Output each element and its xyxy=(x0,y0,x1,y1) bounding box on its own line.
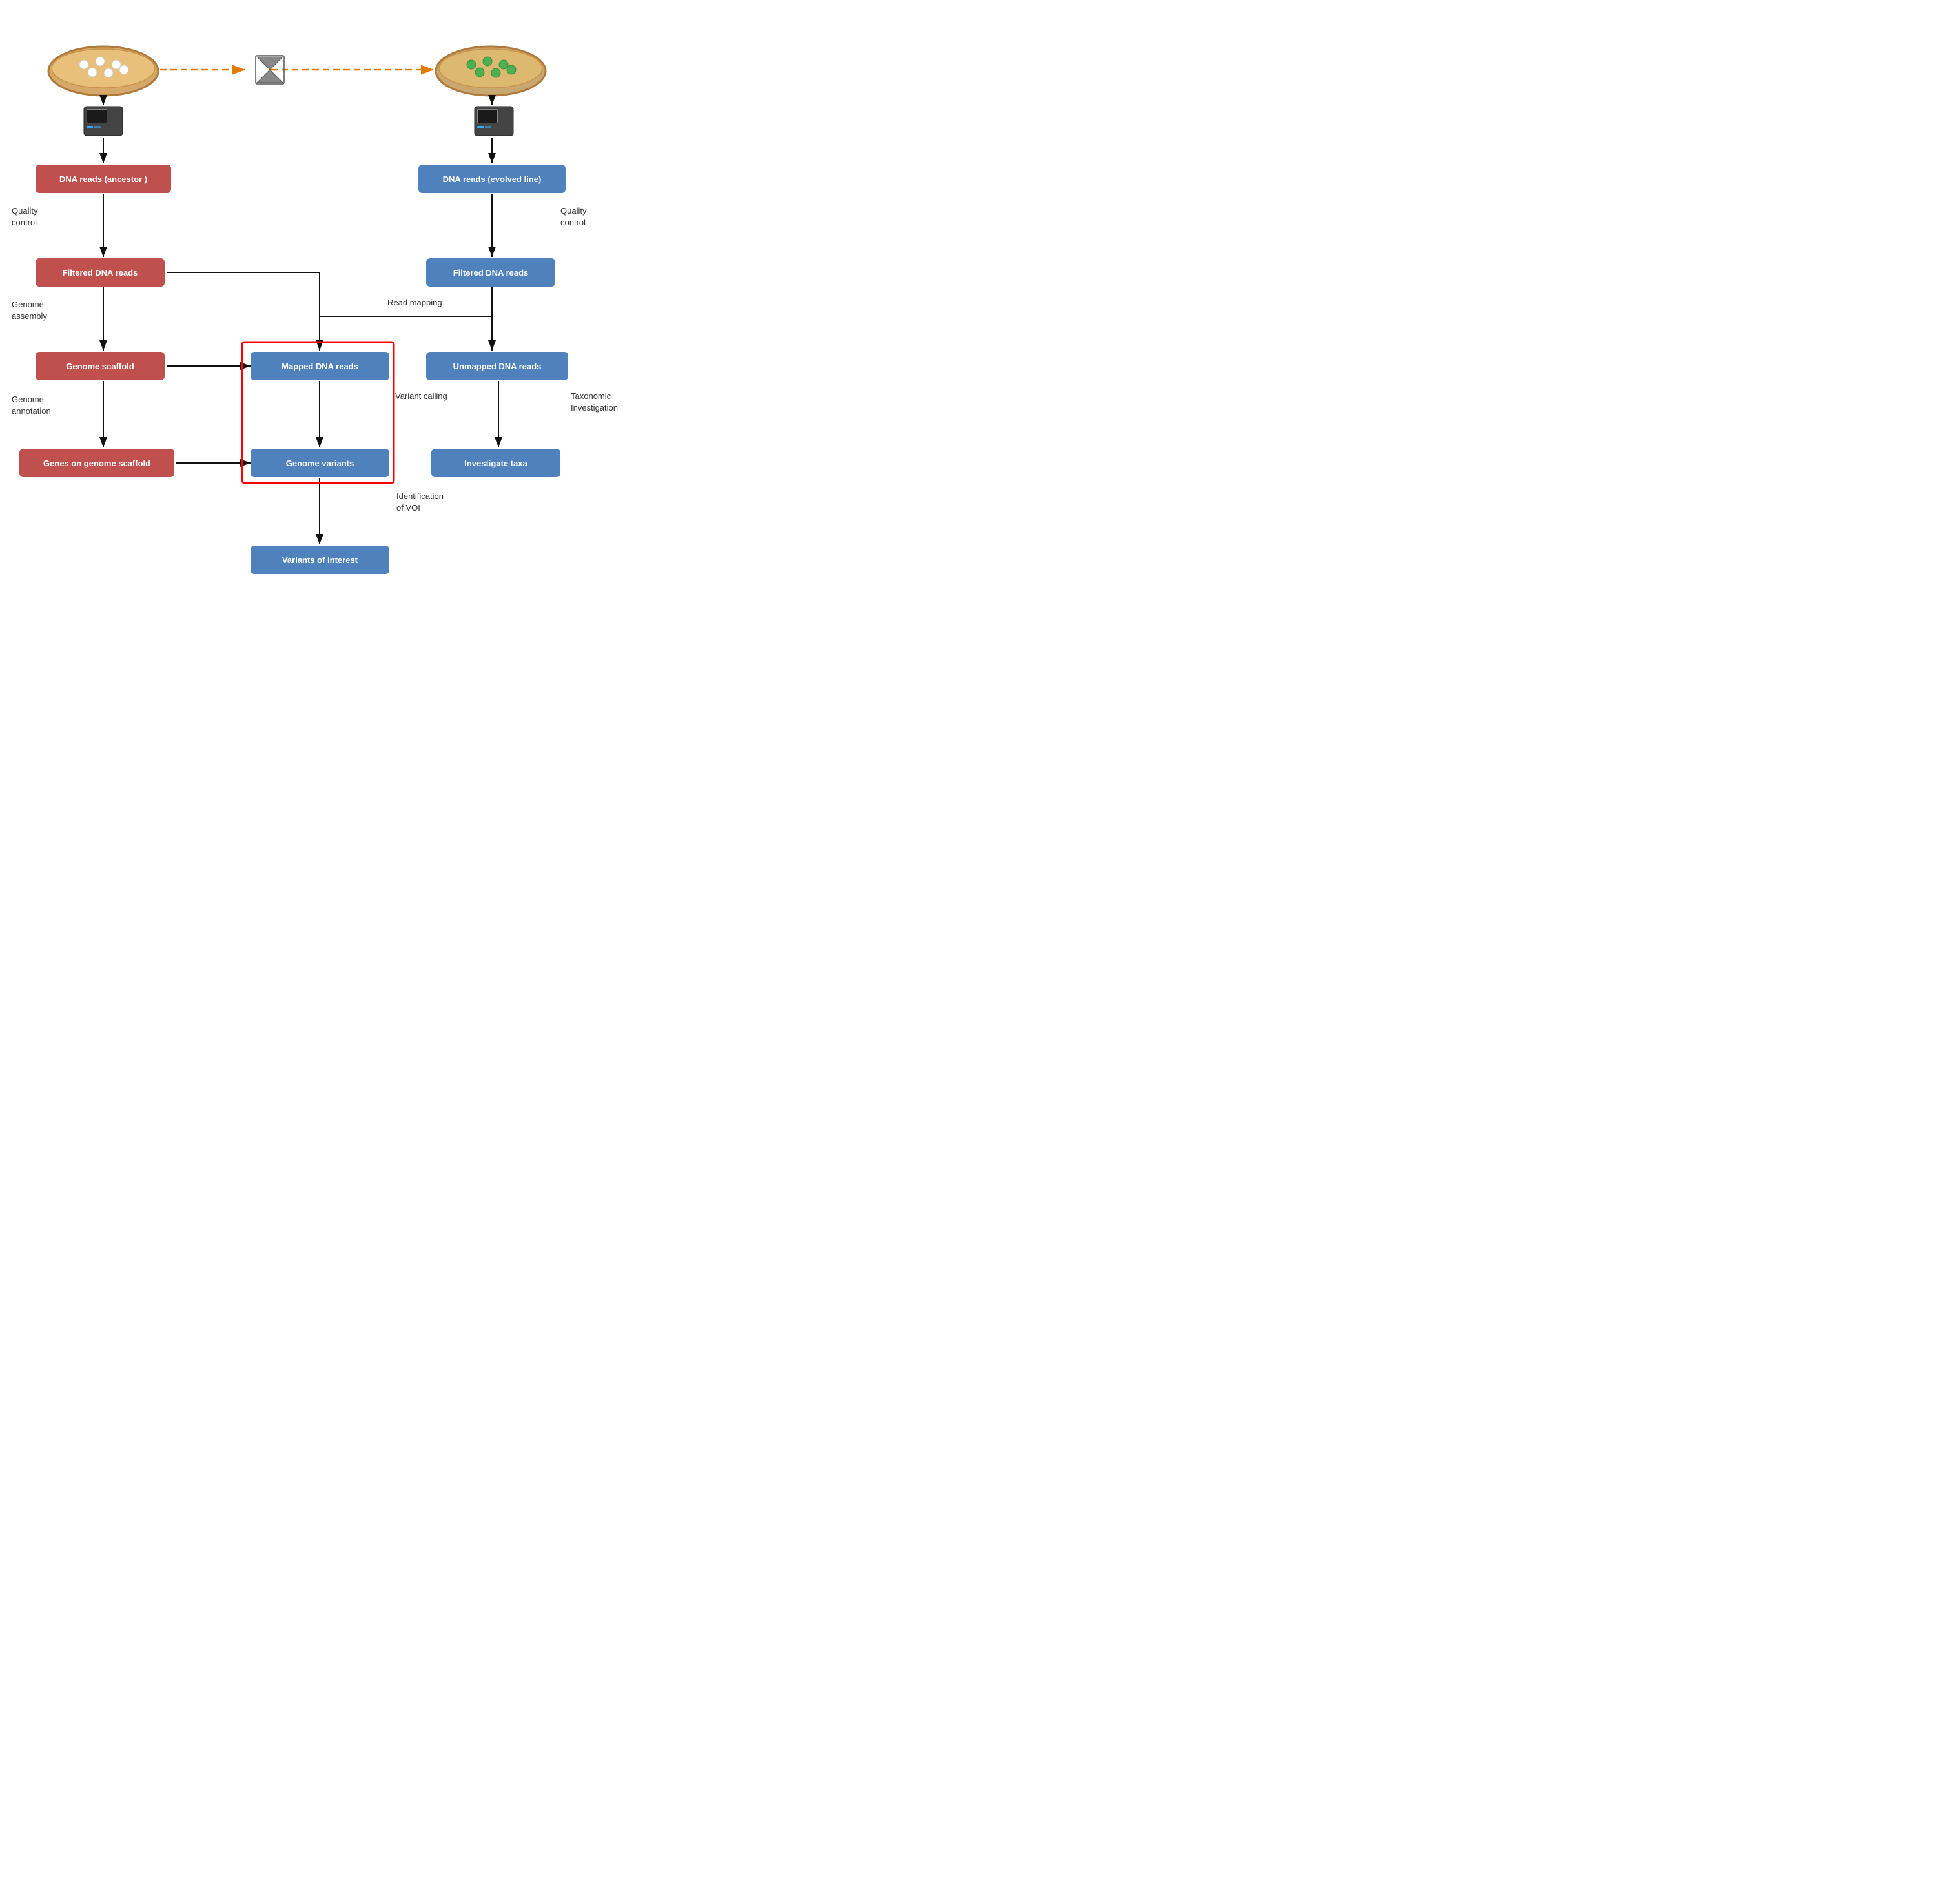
genome-assembly-label: Genomeassembly xyxy=(12,299,47,322)
genes-genome-box: Genes on genome scaffold xyxy=(19,449,174,477)
qc-left-label: Qualitycontrol xyxy=(12,205,37,229)
mapped-reads-box: Mapped DNA reads xyxy=(251,352,389,380)
investigate-taxa-box: Investigate taxa xyxy=(431,449,560,477)
variant-calling-label: Variant calling xyxy=(395,391,447,402)
dna-evolved-box: DNA reads (evolved line) xyxy=(418,165,566,193)
qc-right-label: Qualitycontrol xyxy=(560,205,586,229)
read-mapping-label: Read mapping xyxy=(387,297,442,309)
genome-scaffold-box: Genome scaffold xyxy=(36,352,165,380)
id-voi-label: Identificationof VOI xyxy=(396,491,444,514)
filtered-evolved-box: Filtered DNA reads xyxy=(426,258,555,287)
filtered-ancestor-box: Filtered DNA reads xyxy=(36,258,165,287)
workflow-diagram: DNA reads (ancestor ) Filtered DNA reads… xyxy=(0,0,646,633)
genome-annotation-label: Genomeannotation xyxy=(12,394,51,417)
unmapped-reads-box: Unmapped DNA reads xyxy=(426,352,568,380)
genome-variants-box: Genome variants xyxy=(251,449,389,477)
dna-ancestor-box: DNA reads (ancestor ) xyxy=(36,165,171,193)
variants-interest-box: Variants of interest xyxy=(251,546,389,574)
taxonomic-label: TaxonomicInvestigation xyxy=(571,391,618,414)
